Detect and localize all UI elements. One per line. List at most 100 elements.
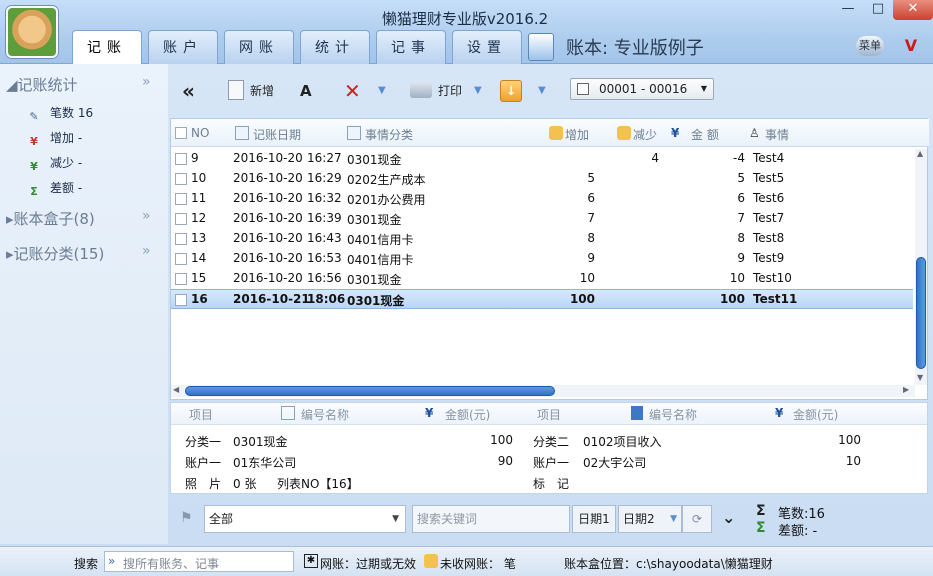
menu-button[interactable]: 菜单 [856, 36, 884, 56]
vip-v-icon[interactable]: V [900, 36, 922, 56]
table-row[interactable]: 9 2016-10-20 16:27 0301现金 4 -4 Test4 [171, 149, 913, 169]
row-checkbox[interactable] [175, 193, 187, 205]
col-category[interactable]: 事情分类 [365, 126, 413, 143]
tab-settings[interactable]: 设置 [452, 30, 522, 64]
cell-date: 2016-10-20 [233, 151, 303, 165]
income-icon [549, 126, 563, 140]
col-date[interactable]: 记账日期 [253, 126, 301, 143]
refresh-icon[interactable]: ⟳ [682, 505, 712, 533]
scroll-up-icon[interactable]: ▲ [917, 149, 923, 158]
edit-text-icon[interactable]: A [300, 78, 312, 104]
collapse-sidebar-icon[interactable]: « [182, 78, 195, 104]
col-decrease[interactable]: 减少 [633, 126, 657, 143]
net-status-icon: ✱ [304, 554, 318, 568]
list-no-value: 列表NO【16】 [277, 477, 359, 491]
tab-statistics[interactable]: 统计 [300, 30, 370, 64]
stat-decrease-value: - [77, 156, 83, 170]
row-checkbox[interactable] [175, 294, 187, 306]
scroll-down-icon[interactable]: ▼ [917, 373, 923, 382]
expand-down-icon[interactable]: ⌄ [722, 508, 735, 527]
col-memo[interactable]: 事情 [765, 126, 789, 143]
cell-category: 0401信用卡 [347, 253, 414, 267]
scope-select[interactable]: 全部 ▼ [204, 505, 406, 533]
col-no[interactable]: NO [191, 126, 209, 140]
table-row[interactable]: 11 2016-10-20 16:32 0201办公费用 6 6 Test6 [171, 189, 913, 209]
row-checkbox[interactable] [175, 213, 187, 225]
title-bar: 懒猫理财专业版v2016.2 — □ ✕ 记账 账户 网账 统计 记事 设置 账… [0, 0, 933, 65]
close-button[interactable]: ✕ [893, 0, 933, 20]
record-range-select[interactable]: 00001 - 00016 ▼ [570, 78, 714, 100]
row-checkbox[interactable] [175, 153, 187, 165]
row-checkbox[interactable] [175, 233, 187, 245]
expand-chevron-icon[interactable]: » [142, 243, 151, 259]
table-row[interactable]: 15 2016-10-20 16:56 0301现金 10 10 Test10 [171, 269, 913, 289]
tab-notes[interactable]: 记事 [376, 30, 446, 64]
row-checkbox[interactable] [175, 173, 187, 185]
stat-increase: ¥ 增加 - [26, 129, 82, 150]
vertical-scrollbar[interactable]: ▲ ▼ [915, 149, 927, 385]
cell-amount: 100 [719, 292, 745, 306]
new-button[interactable]: 新增 [228, 78, 274, 104]
pen-icon: ✎ [29, 110, 39, 123]
status-bar: 搜索 » 搜所有账务、记事 ✱ 网账：过期或无效 未收网账： 笔 账本盒位置：c… [0, 546, 933, 576]
vertical-scroll-thumb[interactable] [916, 257, 926, 369]
delete-icon[interactable]: ✕ [344, 78, 361, 104]
cell-date: 2016-10-20 [233, 271, 303, 285]
export-icon[interactable]: ↓ [500, 80, 522, 102]
keyword-search-input[interactable]: 搜索关键词 [412, 505, 570, 533]
doc-icon [631, 406, 643, 420]
detail-head-item-left: 项目 [189, 408, 214, 422]
detail-panel: 项目 编号名称 ¥ 金额(元) 项目 编号名称 ¥ 金额(元) 分类一 0301… [170, 402, 928, 494]
scroll-left-icon[interactable]: ◀ [173, 385, 179, 394]
col-increase[interactable]: 增加 [565, 126, 589, 143]
stat-decrease: ¥ 减少 - [26, 154, 82, 175]
detail-amount: 10 [845, 454, 861, 468]
sidebar-section-categories[interactable]: ▸记账分类(15) [6, 243, 104, 264]
cell-category: 0301现金 [347, 273, 402, 287]
tab-net-ledger[interactable]: 网账 [224, 30, 294, 64]
minimize-button[interactable]: — [833, 0, 863, 20]
row-checkbox[interactable] [175, 253, 187, 265]
unreceived-icon [424, 554, 438, 568]
global-search-input[interactable]: » 搜所有账务、记事 [104, 551, 294, 572]
cell-memo: Test9 [753, 251, 785, 265]
cell-add: 5 [587, 171, 595, 185]
sigma-yen-icon: Σ [756, 520, 766, 536]
export-dropdown-icon[interactable]: ▼ [538, 78, 546, 104]
horizontal-scrollbar[interactable]: ◀ ▶ [171, 385, 915, 397]
sigma-icon: Σ [756, 503, 766, 519]
cell-amount: 8 [737, 231, 745, 245]
table-row[interactable]: 13 2016-10-20 16:43 0401信用卡 8 8 Test8 [171, 229, 913, 249]
flag-icon[interactable]: ⚑ [180, 510, 193, 526]
delete-dropdown-icon[interactable]: ▼ [378, 78, 386, 104]
collapse-chevron-icon[interactable]: » [142, 74, 151, 90]
print-dropdown-icon[interactable]: ▼ [474, 78, 482, 104]
table-row[interactable]: 12 2016-10-20 16:39 0301现金 7 7 Test7 [171, 209, 913, 229]
date2-label: 日期2 [623, 512, 655, 526]
col-amount[interactable]: 金 额 [691, 126, 719, 143]
app-window: 懒猫理财专业版v2016.2 — □ ✕ 记账 账户 网账 统计 记事 设置 账… [0, 0, 933, 576]
sidebar-section-boxes[interactable]: ▸账本盒子(8) [6, 208, 95, 229]
sidebar-section-stats[interactable]: ◢记账统计 [6, 74, 78, 95]
detail-label: 账户一 [533, 456, 570, 470]
cell-amount: 5 [737, 171, 745, 185]
print-button[interactable]: 打印 [410, 78, 462, 104]
row-checkbox[interactable] [175, 273, 187, 285]
detail-amount: 100 [490, 433, 513, 447]
triangle-right-icon: ▸ [6, 245, 14, 263]
date2-select[interactable]: 日期2 ▼ [618, 505, 682, 533]
table-row[interactable]: 10 2016-10-20 16:29 0202生产成本 5 5 Test5 [171, 169, 913, 189]
tab-accounts[interactable]: 账户 [148, 30, 218, 64]
table-row[interactable]: 14 2016-10-20 16:53 0401信用卡 9 9 Test9 [171, 249, 913, 269]
date1-button[interactable]: 日期1 [572, 505, 616, 533]
maximize-button[interactable]: □ [863, 0, 893, 20]
expand-chevron-icon[interactable]: » [142, 208, 151, 224]
horizontal-scroll-thumb[interactable] [185, 386, 555, 396]
scroll-right-icon[interactable]: ▶ [903, 385, 909, 394]
cell-time: 16:39 [307, 211, 342, 225]
select-all-checkbox[interactable] [175, 127, 187, 139]
stat-count-value: 16 [77, 106, 94, 120]
tab-bookkeeping[interactable]: 记账 [72, 30, 142, 65]
table-row[interactable]: 16 2016-10-21 18:06 0301现金 100 100 Test11 [171, 289, 913, 309]
cell-date: 2016-10-20 [233, 231, 303, 245]
